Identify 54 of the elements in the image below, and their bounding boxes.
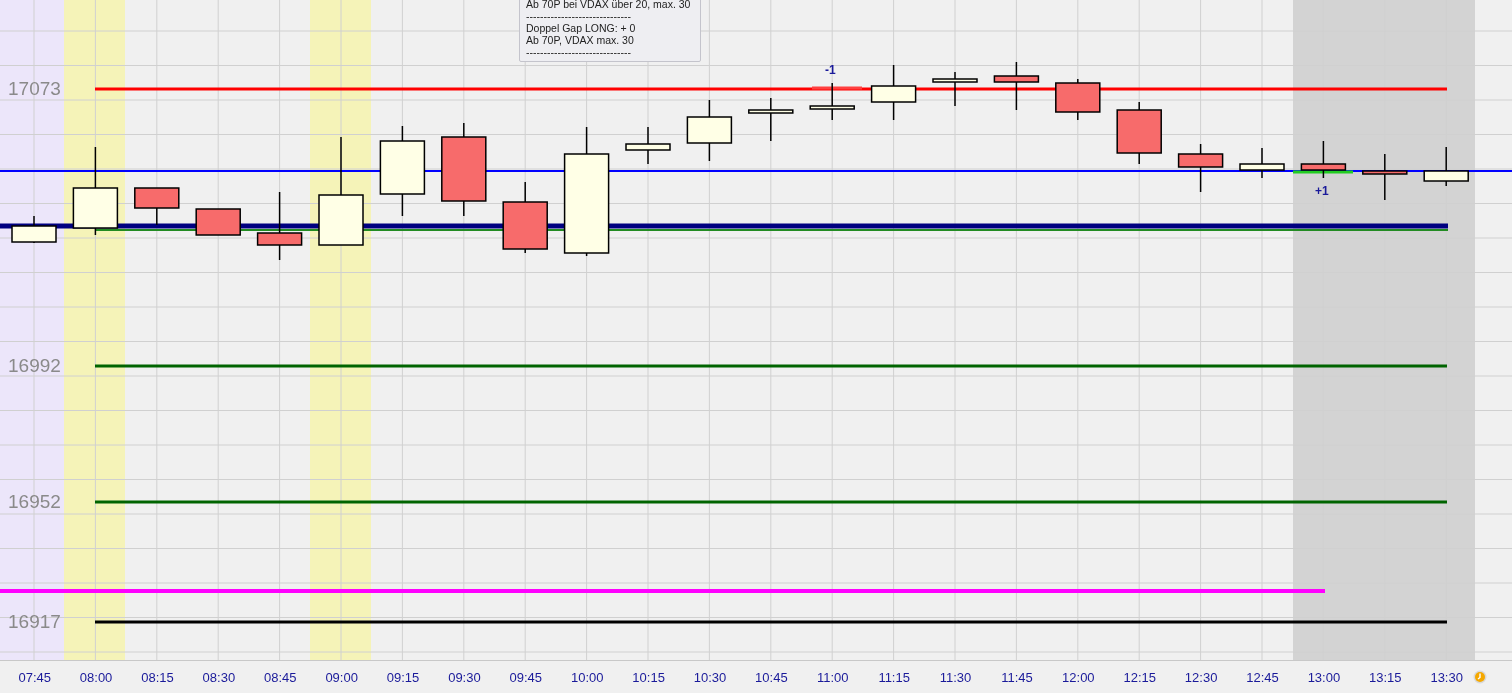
time-label: 10:45 xyxy=(754,669,789,685)
candlestick xyxy=(870,64,917,121)
time-label: 12:30 xyxy=(1183,669,1219,685)
price-label: 16992 xyxy=(8,355,61,377)
candlestick xyxy=(1239,147,1285,179)
time-label: 11:30 xyxy=(938,669,973,685)
time-label: 10:15 xyxy=(631,669,666,685)
candlestick xyxy=(1300,140,1347,179)
candlestick xyxy=(256,191,303,261)
candlestick xyxy=(625,126,671,165)
price-label: 17073 xyxy=(8,78,61,100)
trade-marker: +1 xyxy=(1315,184,1329,198)
candlestick xyxy=(932,71,978,107)
candlestick xyxy=(195,208,241,236)
time-label: 13:30 xyxy=(1429,669,1464,685)
time-label: 07:45 xyxy=(17,669,52,685)
time-label: 08:00 xyxy=(78,669,114,685)
time-label: 09:45 xyxy=(508,669,544,685)
price-label: 16917 xyxy=(8,611,61,633)
candlestick xyxy=(1177,143,1224,193)
candlestick xyxy=(809,82,855,121)
candlestick xyxy=(1055,78,1101,121)
time-label: 09:00 xyxy=(324,669,359,685)
time-label: 10:00 xyxy=(569,669,605,685)
time-label: 13:00 xyxy=(1306,669,1342,685)
time-label: 12:00 xyxy=(1061,669,1096,685)
trade-marker: -1 xyxy=(825,63,836,77)
time-label: 08:45 xyxy=(263,669,298,685)
time-label: 11:45 xyxy=(1000,669,1034,685)
candlestick xyxy=(134,187,180,226)
candlestick xyxy=(993,61,1040,111)
tooltip-line: Ab 70P bei VDAX über 20, max. 30 xyxy=(526,0,692,10)
price-label: 16952 xyxy=(8,491,61,513)
time-label: 12:15 xyxy=(1122,669,1157,685)
time-label: 08:15 xyxy=(140,669,175,685)
candlestick xyxy=(11,215,57,244)
clock-icon xyxy=(1473,670,1488,684)
candlestick xyxy=(1116,101,1162,165)
time-label: 12:45 xyxy=(1245,669,1280,685)
tooltip-line: Ab 70P, VDAX max. 30 xyxy=(526,34,635,46)
candlestick xyxy=(1362,153,1408,201)
time-label: 09:15 xyxy=(385,669,421,685)
time-label: 08:30 xyxy=(201,669,237,685)
time-label: 10:30 xyxy=(692,669,728,685)
candlestick xyxy=(686,99,733,162)
time-label: 11:15 xyxy=(877,669,911,685)
time-label: 09:30 xyxy=(447,669,482,685)
tooltip-line: Doppel Gap LONG: + 0 xyxy=(526,22,637,34)
tooltip-line: ------------------------------ xyxy=(526,46,632,58)
time-label: 13:15 xyxy=(1368,669,1403,685)
candlestick xyxy=(1423,146,1469,187)
time-label: 11:00 xyxy=(816,669,850,685)
candlestick xyxy=(748,97,794,142)
tooltip-line: ------------------------------ xyxy=(526,10,632,22)
